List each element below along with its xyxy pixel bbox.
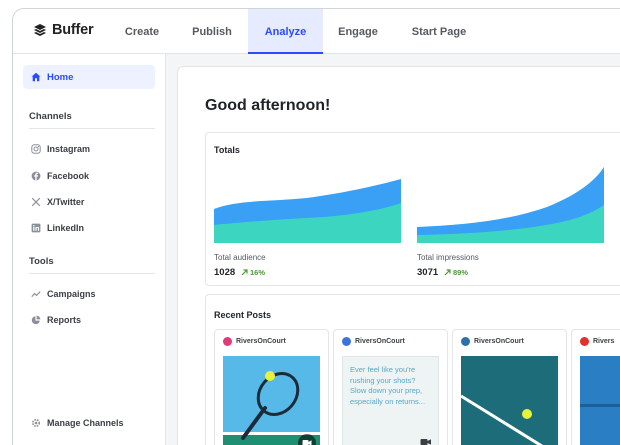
tab-publish[interactable]: Publish (177, 9, 247, 54)
sidebar-item-campaigns[interactable]: Campaigns (31, 289, 96, 299)
buffer-logo-icon (34, 24, 46, 36)
sidebar-item-reports[interactable]: Reports (31, 315, 81, 325)
youtube-icon (580, 337, 589, 346)
sidebar-item-label: Campaigns (47, 289, 96, 299)
totals-card: Totals Total audience 1028 16% Total imp… (205, 132, 620, 286)
video-icon (420, 439, 431, 445)
post-image-tennis-court (461, 356, 558, 445)
divider (29, 128, 155, 129)
arrow-up-right-icon (241, 269, 248, 276)
impressions-area-chart (417, 167, 604, 243)
tab-engage[interactable]: Engage (324, 9, 392, 54)
tab-analyze[interactable]: Analyze (248, 9, 323, 54)
sidebar-item-x-twitter[interactable]: X/Twitter (31, 197, 84, 207)
trend-icon (31, 291, 41, 298)
sidebar-item-label: Instagram (47, 144, 91, 154)
post-header: RiversOnCourt (461, 337, 524, 346)
post-account: RiversOnCourt (355, 338, 405, 345)
main-content: Good afternoon! Totals Total audience 10… (177, 66, 620, 445)
metric-value: 1028 (214, 267, 236, 278)
pie-chart-icon (31, 315, 41, 325)
audience-area-chart (214, 179, 401, 243)
sidebar-item-manage-channels[interactable]: Manage Channels (31, 418, 124, 428)
post-account: RiversOnCourt (236, 338, 286, 345)
app-name: Buffer (52, 22, 94, 38)
post-header: RiversOnCourt (342, 337, 405, 346)
tab-start-page[interactable]: Start Page (398, 9, 480, 54)
facebook-icon (31, 171, 41, 181)
top-navigation: Buffer Create Publish Analyze Engage Sta… (13, 9, 620, 54)
x-icon (31, 197, 41, 207)
instagram-icon (223, 337, 232, 346)
post-account: RiversOnCourt (474, 338, 524, 345)
metric-label: Total audience (214, 253, 266, 262)
sidebar-item-label: Home (47, 71, 74, 83)
sidebar-item-label: Reports (47, 315, 82, 325)
sidebar-item-label: LinkedIn (47, 223, 85, 233)
post-image-court-blue (580, 356, 620, 445)
sidebar-item-label: X/Twitter (47, 197, 85, 207)
post-text-preview: Ever feel like you're rushing your shots… (342, 356, 439, 445)
app-window: Buffer Create Publish Analyze Engage Sta… (12, 8, 620, 445)
recent-posts-card: Recent Posts RiversOnCourt RiversOnCourt… (205, 294, 620, 445)
post-card[interactable]: Rivers (571, 329, 620, 445)
totals-title: Totals (214, 145, 240, 155)
post-card[interactable]: RiversOnCourt (452, 329, 567, 445)
metric-label: Total impressions (417, 253, 479, 262)
sidebar-item-linkedin[interactable]: LinkedIn (31, 223, 84, 233)
gear-icon (31, 418, 41, 428)
sidebar-item-facebook[interactable]: Facebook (31, 171, 89, 181)
instagram-icon (31, 144, 41, 154)
facebook-icon (342, 337, 351, 346)
recent-posts-title: Recent Posts (214, 310, 272, 320)
sidebar-item-label: Facebook (47, 171, 90, 181)
metric-value: 3071 (417, 267, 439, 278)
channels-heading: Channels (29, 111, 72, 122)
tab-create[interactable]: Create (108, 9, 176, 54)
buffer-logo[interactable]: Buffer (33, 22, 94, 38)
sidebar: Home Channels Instagram Facebook X/Twitt… (13, 54, 166, 445)
sidebar-item-instagram[interactable]: Instagram (31, 144, 90, 154)
tools-heading: Tools (29, 256, 54, 267)
post-image-tennis-racket (223, 356, 320, 445)
post-header: Rivers (580, 337, 614, 346)
arrow-up-right-icon (444, 269, 451, 276)
linkedin-icon (31, 223, 41, 233)
post-text: Ever feel like you're rushing your shots… (350, 365, 426, 406)
sidebar-item-label: Manage Channels (47, 418, 124, 428)
post-card[interactable]: RiversOnCourt Ever feel like you're rush… (333, 329, 448, 445)
post-header: RiversOnCourt (223, 337, 286, 346)
post-account: Rivers (593, 338, 615, 345)
page-title: Good afternoon! (205, 97, 331, 114)
sidebar-item-home[interactable]: Home (23, 65, 155, 89)
home-icon (31, 72, 41, 82)
divider (29, 273, 155, 274)
post-card[interactable]: RiversOnCourt (214, 329, 329, 445)
video-icon (298, 434, 316, 445)
linkedin-icon (461, 337, 470, 346)
metric-change: 89% (453, 268, 469, 277)
metric-change: 16% (250, 268, 266, 277)
